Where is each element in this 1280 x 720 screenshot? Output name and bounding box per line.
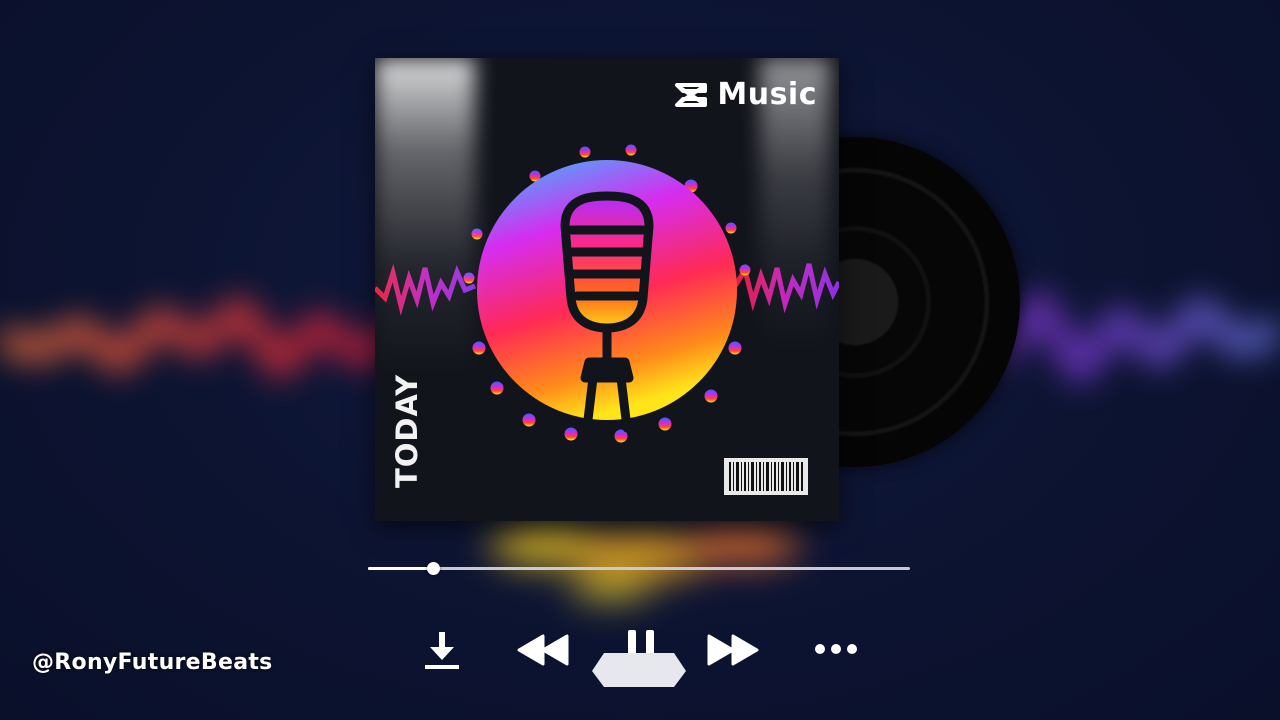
vertical-title: TODAY [390,373,424,488]
more-options-button[interactable] [812,640,860,658]
cover-glare-right [760,58,830,521]
progress-fill [368,567,434,570]
creator-watermark: @RonyFutureBeats [32,650,273,675]
rewind-button[interactable] [516,633,570,667]
fast-forward-icon [707,634,759,666]
music-player-screen: Music TODAY @RonyFutureBeats [0,0,1280,720]
more-options-icon [815,644,857,654]
download-icon [425,632,459,669]
progress-track[interactable] [368,567,910,570]
capcut-logo-icon [675,82,708,107]
drag-handle[interactable] [590,651,688,689]
album-cover: Music TODAY [375,58,839,521]
rewind-icon [517,634,569,666]
barcode [724,458,808,495]
download-button[interactable] [422,630,462,670]
brand-logo: Music [673,77,817,112]
progress-thumb[interactable] [427,562,441,575]
fast-forward-button[interactable] [706,633,760,667]
playback-progress-bar[interactable] [368,562,910,575]
brand-label: Music [717,77,817,112]
barcode-lines [729,462,803,491]
